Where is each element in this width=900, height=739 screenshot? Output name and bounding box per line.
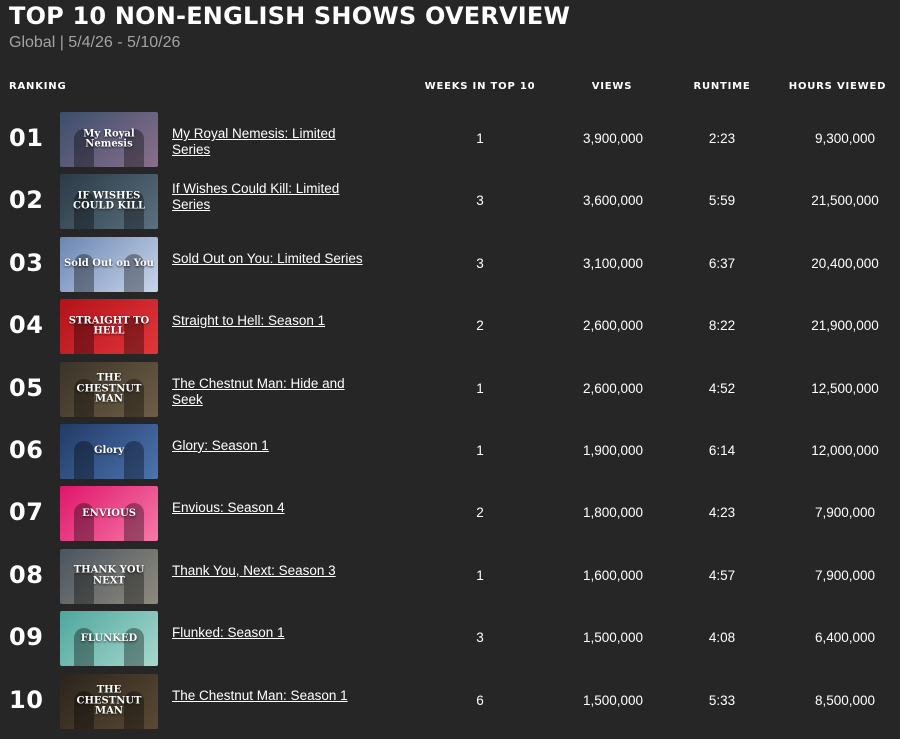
show-thumbnail[interactable]: ENVIOUS [60,486,158,542]
hours-viewed-value: 12,500,000 [811,380,879,396]
show-title-link[interactable]: The Chestnut Man: Season 1 [172,688,372,704]
views-value: 2,600,000 [582,318,644,334]
show-thumbnail[interactable]: THE CHESTNUT MAN [60,361,158,417]
show-title-link[interactable]: Envious: Season 4 [172,500,372,516]
weeks-in-top10-value: 2 [476,318,484,334]
table-row: 06 Glory Glory: Season 1 1 1,900,000 6:1… [0,420,900,482]
runtime-value: 4:57 [708,567,736,583]
rank-number: 01 [9,124,44,152]
runtime-value: 5:33 [708,692,736,708]
page-title: TOP 10 NON-ENGLISH SHOWS OVERVIEW [9,2,571,30]
thumbnail-title-art: Sold Out on You [64,258,154,270]
thumbnail-title-art: My Royal Nemesis [83,128,135,150]
table-row: 03 Sold Out on You Sold Out on You: Limi… [0,233,900,295]
show-thumbnail[interactable]: STRAIGHT TO HELL [60,299,158,355]
show-thumbnail[interactable]: Sold Out on You [60,236,158,292]
hours-viewed-value: 12,000,000 [811,442,879,458]
show-thumbnail[interactable]: THE CHESTNUT MAN [60,673,158,729]
hours-viewed-value: 8,500,000 [814,692,876,708]
rank-number: 06 [9,435,44,464]
show-thumbnail[interactable]: FLUNKED [60,611,158,667]
show-title-link[interactable]: Flunked: Season 1 [172,625,372,641]
views-value: 1,500,000 [582,630,644,646]
date-range-subtitle: Global | 5/4/26 - 5/10/26 [9,34,181,51]
hours-viewed-value: 20,400,000 [811,255,879,271]
table-row: 01 My Royal Nemesis My Royal Nemesis: Li… [0,108,900,170]
rank-number: 09 [9,623,44,652]
hours-viewed-value: 7,900,000 [814,567,876,583]
show-thumbnail[interactable]: My Royal Nemesis [60,112,158,167]
thumbnail-title-art: THE CHESTNUT MAN [76,372,142,405]
rank-number: 05 [9,373,44,402]
runtime-value: 2:23 [708,131,736,146]
show-thumbnail[interactable]: Glory [60,423,158,479]
views-value: 1,600,000 [582,567,644,583]
rank-number: 03 [9,248,44,277]
table-row: 02 IF WISHES COULD KILL If Wishes Could … [0,170,900,232]
thumbnail-title-art: ENVIOUS [82,507,136,519]
top10-table: 01 My Royal Nemesis My Royal Nemesis: Li… [0,108,900,732]
rank-number: 04 [9,311,44,340]
weeks-in-top10-value: 3 [476,193,484,209]
weeks-in-top10-value: 3 [476,255,484,271]
thumbnail-title-art: FLUNKED [80,632,138,644]
column-header-hours-viewed: HOURS VIEWED [788,81,887,92]
runtime-value: 6:14 [708,442,736,458]
thumbnail-title-art: Glory [93,445,125,457]
thumbnail-title-art: THE CHESTNUT MAN [76,684,142,717]
weeks-in-top10-value: 1 [476,131,484,146]
column-header-ranking: RANKING [9,81,67,92]
runtime-value: 4:52 [708,380,736,396]
show-title-link[interactable]: The Chestnut Man: Hide and Seek [172,376,372,408]
runtime-value: 5:59 [708,193,736,209]
thumbnail-title-art: STRAIGHT TO HELL [68,315,150,337]
show-title-link[interactable]: My Royal Nemesis: Limited Series [172,126,372,158]
table-row: 07 ENVIOUS Envious: Season 4 2 1,800,000… [0,482,900,544]
table-row: 09 FLUNKED Flunked: Season 1 3 1,500,000… [0,607,900,669]
views-value: 2,600,000 [582,380,644,396]
hours-viewed-value: 21,500,000 [811,193,879,209]
rank-number: 08 [9,560,44,589]
runtime-value: 4:08 [708,630,736,646]
column-header-runtime: RUNTIME [693,81,751,92]
runtime-value: 6:37 [708,255,736,271]
thumbnail-title-art: IF WISHES COULD KILL [72,190,145,212]
hours-viewed-value: 9,300,000 [814,131,876,146]
rank-number: 10 [9,685,44,714]
weeks-in-top10-value: 1 [476,442,484,458]
runtime-value: 4:23 [708,505,736,521]
show-title-link[interactable]: Straight to Hell: Season 1 [172,313,372,329]
views-value: 1,500,000 [582,692,644,708]
table-row: 04 STRAIGHT TO HELL Straight to Hell: Se… [0,295,900,357]
table-row: 05 THE CHESTNUT MAN The Chestnut Man: Hi… [0,358,900,420]
weeks-in-top10-value: 6 [476,692,484,708]
weeks-in-top10-value: 2 [476,505,484,521]
views-value: 3,100,000 [582,255,644,271]
show-title-link[interactable]: Thank You, Next: Season 3 [172,563,372,579]
hours-viewed-value: 6,400,000 [814,630,876,646]
column-header-views: VIEWS [591,81,633,92]
weeks-in-top10-value: 1 [476,567,484,583]
show-title-link[interactable]: If Wishes Could Kill: Limited Series [172,181,372,213]
views-value: 1,800,000 [582,505,644,521]
runtime-value: 8:22 [708,318,736,334]
views-value: 1,900,000 [582,442,644,458]
show-thumbnail[interactable]: IF WISHES COULD KILL [60,174,158,230]
rank-number: 07 [9,498,44,527]
rank-number: 02 [9,186,44,215]
column-header-weeks: WEEKS IN TOP 10 [424,81,536,92]
show-title-link[interactable]: Glory: Season 1 [172,438,372,454]
table-row: 08 THANK YOU NEXT Thank You, Next: Seaso… [0,545,900,607]
views-value: 3,900,000 [582,131,644,146]
views-value: 3,600,000 [582,193,644,209]
weeks-in-top10-value: 3 [476,630,484,646]
show-thumbnail[interactable]: THANK YOU NEXT [60,548,158,604]
show-title-link[interactable]: Sold Out on You: Limited Series [172,251,372,267]
hours-viewed-value: 7,900,000 [814,505,876,521]
thumbnail-title-art: THANK YOU NEXT [73,564,145,587]
weeks-in-top10-value: 1 [476,380,484,396]
table-row: 10 THE CHESTNUT MAN The Chestnut Man: Se… [0,670,900,732]
hours-viewed-value: 21,900,000 [811,318,879,334]
